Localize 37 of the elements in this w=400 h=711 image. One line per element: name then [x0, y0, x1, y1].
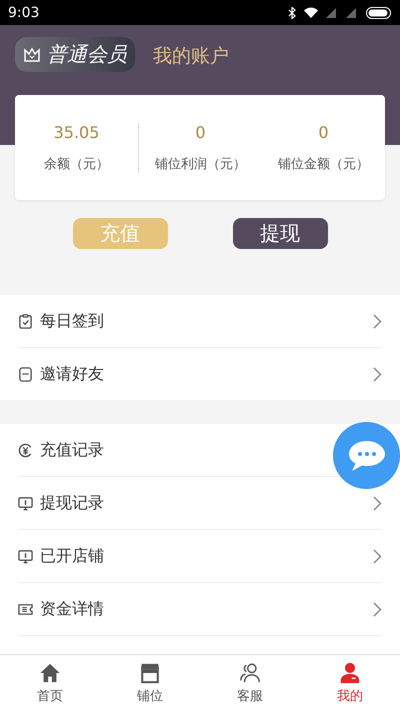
nav-tab[interactable]: 首页 — [0, 655, 100, 711]
nav-tab[interactable]: 铺位 — [100, 655, 200, 711]
chat-bubble-icon — [346, 438, 386, 472]
menu-item[interactable]: 提现记录 — [40, 492, 104, 512]
shop-icon — [139, 662, 161, 684]
wifi-icon — [304, 7, 318, 18]
bluetooth-icon — [288, 6, 296, 18]
withdraw-button[interactable]: 提现 — [232, 218, 328, 249]
crown-icon — [23, 46, 41, 62]
stat-value: 0 — [195, 122, 206, 142]
signal-icon — [326, 8, 338, 18]
user-icon — [339, 662, 361, 684]
clipboard-icon — [18, 314, 33, 328]
card-icon — [18, 602, 33, 616]
new-tag-icon — [18, 366, 33, 382]
monitor-icon — [18, 496, 33, 510]
nav-tab[interactable]: 我的 — [300, 655, 400, 711]
stat-value: 0 — [318, 122, 329, 142]
stat-label: 余额（元） — [44, 156, 109, 172]
menu-item[interactable]: 每日签到 — [40, 310, 104, 330]
nav-tab[interactable]: 客服 — [200, 655, 300, 711]
monitor-icon — [18, 548, 33, 564]
signal-icon — [346, 8, 358, 18]
home-icon — [39, 662, 61, 684]
menu-item[interactable]: 邀请好友 — [40, 364, 104, 382]
page-title: 我的账户 — [153, 44, 229, 69]
member-level: 普通会员 — [47, 41, 127, 68]
menu-item[interactable]: 充值记录 — [40, 440, 104, 458]
stat-label: 铺位利润（元） — [155, 156, 246, 172]
menu-item[interactable]: 资金详情 — [40, 598, 104, 618]
people-icon — [239, 662, 261, 684]
menu-item[interactable]: 已开店铺 — [40, 546, 104, 564]
stat-label: 铺位金额（元） — [278, 156, 369, 172]
yen-coin-icon — [18, 442, 33, 458]
battery-icon — [366, 6, 392, 18]
status-time: 9:03 — [8, 4, 40, 20]
stat-value: 35.05 — [54, 122, 100, 142]
